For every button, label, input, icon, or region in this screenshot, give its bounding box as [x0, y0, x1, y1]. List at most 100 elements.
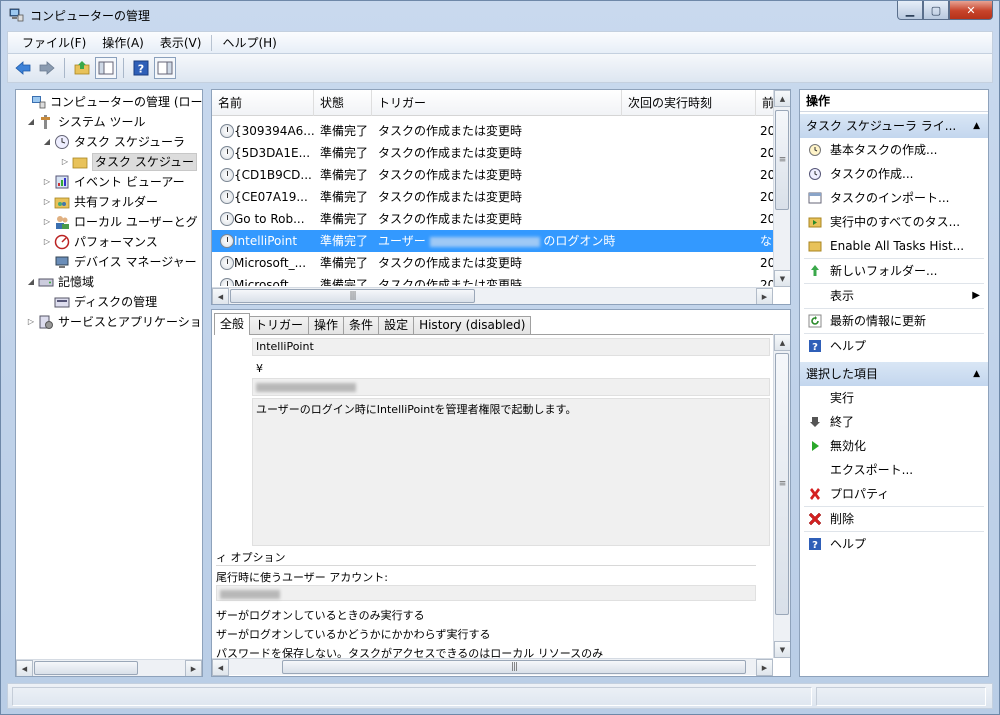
scroll-down-button[interactable]: ▼ [774, 270, 790, 287]
collapsed-arrow-icon[interactable]: ▷ [42, 192, 52, 212]
back-button[interactable] [12, 57, 34, 79]
help-button[interactable]: ? [130, 57, 152, 79]
tree-item-device-manager[interactable]: デバイス マネージャー [54, 252, 197, 272]
expanded-arrow-icon[interactable]: ◢ [26, 272, 36, 292]
scroll-right-button[interactable]: ▶ [756, 659, 773, 676]
action-group-task-scheduler-library[interactable]: タスク スケジューラ ライ... ▲ [800, 114, 988, 138]
collapse-icon[interactable]: ▲ [973, 362, 980, 386]
column-trigger[interactable]: トリガー [372, 90, 622, 116]
action-help[interactable]: ? ヘルプ [800, 334, 988, 358]
task-clock-icon [220, 124, 234, 138]
maximize-button[interactable]: ▢ [923, 1, 949, 20]
tab-conditions[interactable]: 条件 [343, 316, 380, 335]
details-horizontal-scrollbar[interactable]: ◀ ||| ▶ [212, 658, 773, 676]
tree-item-performance[interactable]: ▷ パフォーマンス [42, 232, 158, 252]
expanded-arrow-icon[interactable]: ◢ [42, 132, 52, 152]
up-button[interactable] [71, 57, 93, 79]
scroll-thumb[interactable] [34, 661, 138, 675]
action-enable-all-tasks-history[interactable]: Enable All Tasks Hist... [800, 234, 988, 258]
action-create-basic-task[interactable]: 基本タスクの作成... [800, 138, 988, 162]
details-vertical-scrollbar[interactable]: ▲ ≡ ▼ [773, 334, 790, 658]
show-hide-tree-button[interactable] [95, 57, 117, 79]
tab-settings[interactable]: 設定 [378, 316, 415, 335]
tree-horizontal-scrollbar[interactable]: ◀ ▶ [16, 659, 202, 676]
action-view[interactable]: 表示 ▶ [800, 284, 988, 308]
collapsed-arrow-icon[interactable]: ▷ [42, 212, 52, 232]
scroll-left-button[interactable]: ◀ [212, 659, 229, 676]
menu-file[interactable]: ファイル(F) [14, 33, 94, 53]
action-refresh[interactable]: 最新の情報に更新 [800, 309, 988, 333]
action-disable[interactable]: 無効化 [800, 434, 988, 458]
scroll-up-button[interactable]: ▲ [774, 90, 790, 107]
scroll-thumb[interactable]: ||| [230, 289, 475, 303]
option-run-only-logged-on[interactable]: ザーがログオンしているときのみ実行する [216, 607, 425, 623]
action-delete[interactable]: 削除 [800, 507, 988, 531]
task-row[interactable]: Go to Rob... 準備完了 タスクの作成または変更時 20 [212, 208, 775, 230]
scroll-thumb[interactable]: ||| [282, 660, 746, 674]
task-row[interactable]: {CD1B9CD... 準備完了 タスクの作成または変更時 20 [212, 164, 775, 186]
action-export[interactable]: エクスポート... [800, 458, 988, 482]
task-location-field: ¥ [252, 360, 770, 378]
maximize-icon: ▢ [930, 3, 942, 17]
tree-item-system-tools[interactable]: ◢ システム ツール [26, 112, 145, 132]
task-row[interactable]: Microsoft_... 準備完了 タスクの作成または変更時 20 [212, 274, 775, 286]
collapse-icon[interactable]: ▲ [973, 114, 980, 138]
tree-item-task-scheduler[interactable]: ◢ タスク スケジューラ [42, 132, 185, 152]
task-row[interactable]: {CE07A19... 準備完了 タスクの作成または変更時 20 [212, 186, 775, 208]
scroll-right-button[interactable]: ▶ [185, 660, 202, 676]
action-import-task[interactable]: タスクのインポート... [800, 186, 988, 210]
arrow-right-icon: ▶ [761, 663, 768, 672]
scroll-up-button[interactable]: ▲ [774, 334, 790, 351]
collapsed-arrow-icon[interactable]: ▷ [42, 232, 52, 252]
action-create-task[interactable]: タスクの作成... [800, 162, 988, 186]
forward-button[interactable] [36, 57, 58, 79]
tree-item-computer-management[interactable]: コンピューターの管理 (ローカ [18, 92, 202, 112]
svg-text:?: ? [138, 63, 144, 76]
column-status[interactable]: 状態 [314, 90, 372, 116]
task-row[interactable]: {309394A6... 準備完了 タスクの作成または変更時 20 [212, 120, 775, 142]
tree-item-disk-management[interactable]: ディスクの管理 [54, 292, 157, 312]
task-list-horizontal-scrollbar[interactable]: ◀ ||| ▶ [212, 287, 773, 304]
menu-view[interactable]: 表示(V) [152, 33, 210, 53]
task-list-vertical-scrollbar[interactable]: ▲ ≡ ▼ [773, 90, 790, 287]
tab-history[interactable]: History (disabled) [413, 316, 532, 335]
task-row[interactable]: {5D3DA1E... 準備完了 タスクの作成または変更時 20 [212, 142, 775, 164]
column-next-run[interactable]: 次回の実行時刻 [622, 90, 756, 116]
tree-item-storage[interactable]: ◢ 記憶域 [26, 272, 94, 292]
scroll-left-button[interactable]: ◀ [212, 288, 229, 304]
task-row[interactable]: Microsoft_... 準備完了 タスクの作成または変更時 20 [212, 252, 775, 274]
tree-item-event-viewer[interactable]: ▷ イベント ビューアー [42, 172, 185, 192]
column-name[interactable]: 名前 [212, 90, 314, 116]
scroll-right-button[interactable]: ▶ [756, 288, 773, 304]
scroll-left-button[interactable]: ◀ [16, 660, 33, 676]
minimize-button[interactable]: ▁ [897, 1, 923, 20]
collapsed-arrow-icon[interactable]: ▷ [42, 172, 52, 192]
menu-help[interactable]: ヘルプ(H) [214, 33, 284, 53]
action-properties[interactable]: プロパティ [800, 482, 988, 506]
close-button[interactable]: ✕ [949, 1, 993, 20]
action-end[interactable]: 終了 [800, 410, 988, 434]
show-hide-action-pane-button[interactable] [154, 57, 176, 79]
scroll-thumb[interactable]: ≡ [775, 110, 789, 210]
tree-item-local-users[interactable]: ▷ ローカル ユーザーとグ [42, 212, 198, 232]
tree-item-shared-folders[interactable]: ▷ 共有フォルダー [42, 192, 158, 212]
collapsed-arrow-icon[interactable]: ▷ [26, 312, 36, 332]
action-help-selected[interactable]: ? ヘルプ [800, 532, 988, 556]
action-display-running-tasks[interactable]: 実行中のすべてのタス... [800, 210, 988, 234]
expanded-arrow-icon[interactable]: ◢ [26, 112, 36, 132]
tab-triggers[interactable]: トリガー [249, 316, 310, 335]
scroll-down-button[interactable]: ▼ [774, 641, 790, 658]
collapsed-arrow-icon[interactable]: ▷ [60, 152, 70, 172]
scroll-thumb[interactable]: ≡ [775, 353, 789, 615]
title-bar[interactable]: コンピューターの管理 ▁ ▢ ✕ [1, 1, 999, 31]
tree-item-task-scheduler-library[interactable]: ▷ タスク スケジュー [60, 152, 197, 172]
action-new-folder[interactable]: 新しいフォルダー... [800, 259, 988, 283]
action-group-selected-item[interactable]: 選択した項目 ▲ [800, 362, 988, 386]
tab-actions[interactable]: 操作 [308, 316, 345, 335]
tree-item-services-and-apps[interactable]: ▷ サービスとアプリケーショ [26, 312, 202, 332]
action-run[interactable]: 実行 [800, 386, 988, 410]
tab-general[interactable]: 全般 [214, 313, 251, 335]
task-row-selected[interactable]: IntelliPoint 準備完了 ユーザー のログオン時 な [212, 230, 775, 252]
menu-action[interactable]: 操作(A) [94, 33, 152, 53]
option-run-whether-logged-on[interactable]: ザーがログオンしているかどうかにかかわらず実行する [216, 626, 490, 642]
